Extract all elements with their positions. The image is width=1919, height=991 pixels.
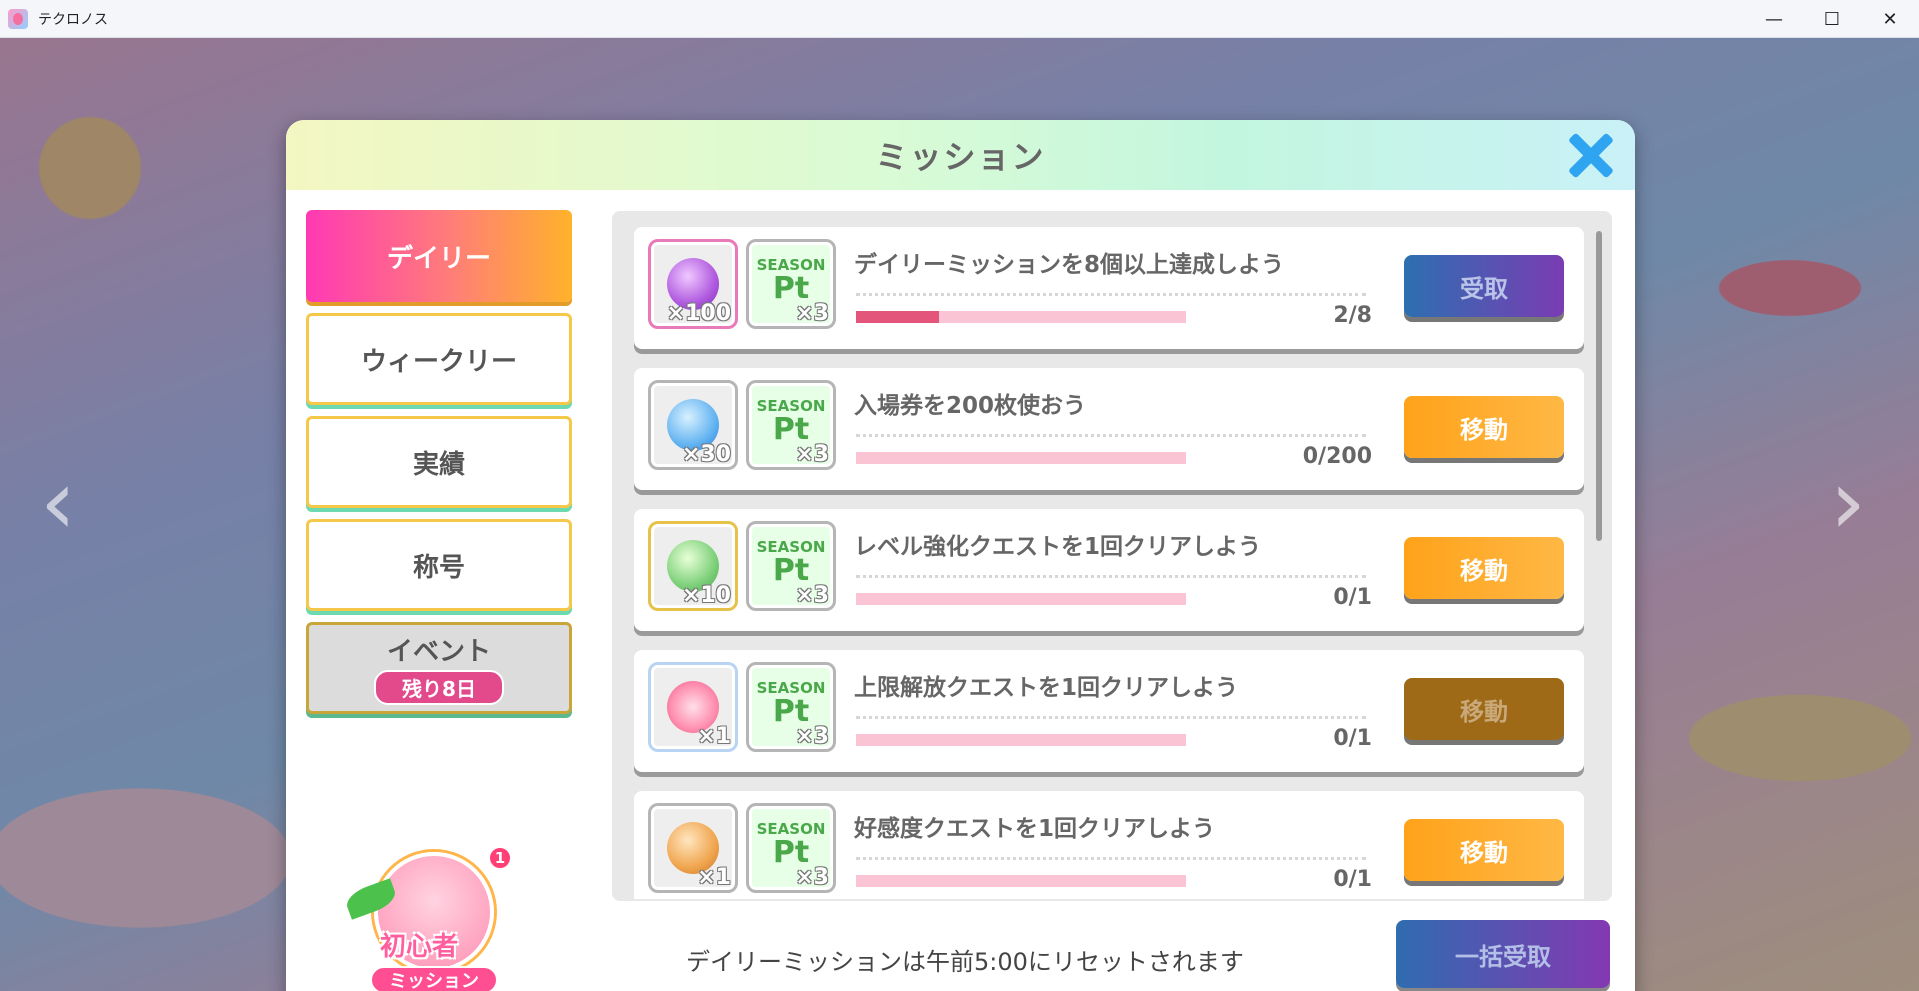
- reward-item-box: ×1: [648, 803, 738, 893]
- window-titlebar: テクロノス — ☐ ✕: [0, 0, 1919, 38]
- progress-text: 0/1: [1333, 867, 1372, 892]
- reward-quantity: ×3: [795, 865, 829, 890]
- mission-title: 入場券を200枚使おう: [854, 393, 1087, 419]
- mission-list-scrollbar[interactable]: [1596, 231, 1602, 541]
- claim-button[interactable]: 受取: [1404, 255, 1564, 317]
- progress-bar: [856, 593, 1186, 605]
- reward-quantity: ×10: [681, 583, 731, 608]
- reward-quantity: ×30: [681, 442, 731, 467]
- divider: [856, 575, 1366, 578]
- season-pt-icon: SEASON Pt: [756, 820, 826, 870]
- mission-list-panel[interactable]: ×100 SEASON Pt ×3 デイリーミッションを8個以上達成しよう 2/…: [612, 211, 1612, 901]
- mission-title: レベル強化クエストを1回クリアしよう: [854, 534, 1262, 560]
- notification-badge: 1: [488, 846, 512, 870]
- divider: [856, 857, 1366, 860]
- progress-text: 0/1: [1333, 585, 1372, 610]
- reward-quantity: ×100: [666, 301, 731, 326]
- mission-row: ×100 SEASON Pt ×3 デイリーミッションを8個以上達成しよう 2/…: [634, 227, 1584, 349]
- modal-close-button[interactable]: [1565, 129, 1617, 181]
- maximize-button[interactable]: ☐: [1803, 0, 1861, 38]
- reward-season-pt-box: SEASON Pt ×3: [746, 662, 836, 752]
- mission-title: 好感度クエストを1回クリアしよう: [854, 816, 1216, 842]
- tab-titles[interactable]: 称号: [306, 519, 572, 611]
- reward-item-box: ×30: [648, 380, 738, 470]
- move-button[interactable]: 移動: [1404, 396, 1564, 458]
- window-close-button[interactable]: ✕: [1861, 0, 1919, 38]
- mission-title: デイリーミッションを8個以上達成しよう: [854, 252, 1285, 278]
- reset-note: デイリーミッションは午前5:00にリセットされます: [686, 948, 1244, 976]
- tab-weekly[interactable]: ウィークリー: [306, 313, 572, 405]
- reward-season-pt-box: SEASON Pt ×3: [746, 239, 836, 329]
- reward-quantity: ×1: [697, 865, 731, 890]
- move-button[interactable]: 移動: [1404, 678, 1564, 740]
- progress-bar: [856, 734, 1186, 746]
- beginner-label: 初心者: [380, 932, 459, 962]
- season-pt-icon: SEASON Pt: [756, 397, 826, 447]
- season-pt-icon: SEASON Pt: [756, 679, 826, 729]
- game-background: ‹ › ミッション デイリー ウィークリー 実績 称号 イベント 残り8日 初心…: [0, 38, 1919, 991]
- season-pt-icon: SEASON Pt: [756, 538, 826, 588]
- beginner-mission-label: ミッション: [370, 966, 498, 991]
- reward-item-box: ×100: [648, 239, 738, 329]
- reward-quantity: ×3: [795, 724, 829, 749]
- modal-header: ミッション: [286, 120, 1635, 190]
- reward-quantity: ×3: [795, 442, 829, 467]
- season-pt-icon: SEASON Pt: [756, 256, 826, 306]
- tab-event[interactable]: イベント 残り8日: [306, 622, 572, 714]
- reward-quantity: ×3: [795, 583, 829, 608]
- beginner-mission-button[interactable]: 初心者 ミッション 1: [343, 846, 512, 991]
- mission-row: ×1 SEASON Pt ×3 上限解放クエストを1回クリアしよう 0/1 移動: [634, 650, 1584, 772]
- progress-text: 0/1: [1333, 726, 1372, 751]
- tab-daily[interactable]: デイリー: [306, 210, 572, 302]
- progress-bar: [856, 311, 1186, 323]
- move-button[interactable]: 移動: [1404, 537, 1564, 599]
- progress-fill: [856, 311, 939, 323]
- tab-event-label: イベント: [386, 637, 491, 667]
- mission-list: ×100 SEASON Pt ×3 デイリーミッションを8個以上達成しよう 2/…: [634, 227, 1584, 899]
- minimize-button[interactable]: —: [1745, 0, 1803, 38]
- progress-text: 0/200: [1302, 444, 1372, 469]
- progress-text: 2/8: [1333, 303, 1372, 328]
- reward-season-pt-box: SEASON Pt ×3: [746, 521, 836, 611]
- reward-quantity: ×3: [795, 301, 829, 326]
- mission-row: ×30 SEASON Pt ×3 入場券を200枚使おう 0/200 移動: [634, 368, 1584, 490]
- background-left-arrow-icon: ‹: [40, 450, 76, 555]
- mission-row: ×1 SEASON Pt ×3 好感度クエストを1回クリアしよう 0/1 移動: [634, 791, 1584, 899]
- divider: [856, 716, 1366, 719]
- reward-item-box: ×10: [648, 521, 738, 611]
- divider: [856, 434, 1366, 437]
- reward-quantity: ×1: [697, 724, 731, 749]
- reward-season-pt-box: SEASON Pt ×3: [746, 803, 836, 893]
- modal-title: ミッション: [875, 138, 1046, 176]
- background-right-arrow-icon: ›: [1830, 450, 1866, 555]
- tab-achievements[interactable]: 実績: [306, 416, 572, 508]
- reward-item-box: ×1: [648, 662, 738, 752]
- mission-title: 上限解放クエストを1回クリアしよう: [854, 675, 1239, 701]
- mission-tabs: デイリー ウィークリー 実績 称号 イベント 残り8日: [306, 210, 572, 725]
- divider: [856, 293, 1366, 296]
- claim-all-button[interactable]: 一括受取: [1396, 920, 1610, 988]
- window-controls: — ☐ ✕: [1745, 0, 1919, 38]
- app-icon: [8, 8, 28, 29]
- reward-season-pt-box: SEASON Pt ×3: [746, 380, 836, 470]
- mission-row: ×10 SEASON Pt ×3 レベル強化クエストを1回クリアしよう 0/1 …: [634, 509, 1584, 631]
- mission-modal: ミッション デイリー ウィークリー 実績 称号 イベント 残り8日 初心者 ミッ…: [286, 120, 1635, 991]
- progress-bar: [856, 875, 1186, 887]
- event-remaining-badge: 残り8日: [374, 670, 504, 705]
- progress-bar: [856, 452, 1186, 464]
- move-button[interactable]: 移動: [1404, 819, 1564, 881]
- window-title: テクロノス: [38, 11, 108, 28]
